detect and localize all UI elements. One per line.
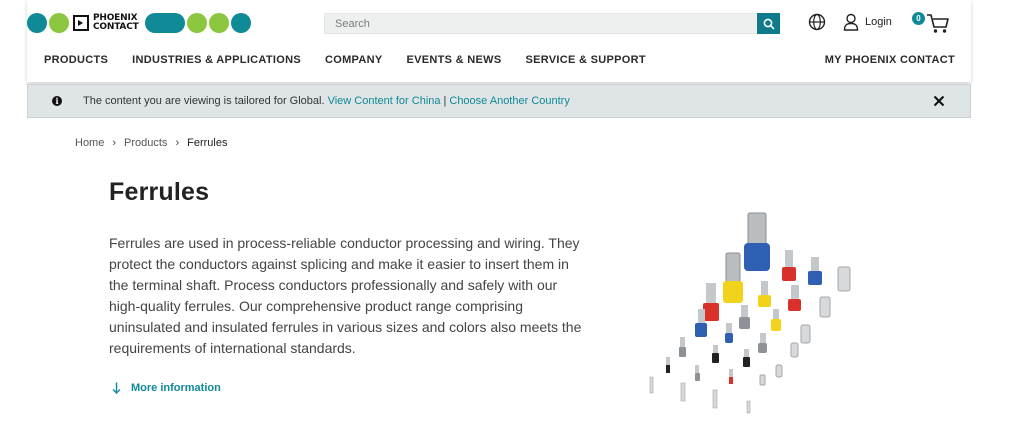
page-description: Ferrules are used in process-reliable co… [109,235,582,356]
phoenix-contact-logo[interactable]: PHOENIX CONTACT [27,13,251,33]
chevron-right-icon: › [175,137,180,149]
logo-text: PHOENIX CONTACT [93,14,139,32]
view-china-link[interactable]: View Content for China [328,95,441,107]
breadcrumb-current: Ferrules [187,137,228,149]
logo-dot [186,13,207,33]
cart-count-badge: 0 [912,12,925,25]
login-label: Login [865,16,892,28]
more-information-label: More information [131,382,221,394]
search-icon [763,18,775,30]
logo-dot [27,13,47,33]
nav-industries[interactable]: INDUSTRIES & APPLICATIONS [132,54,301,66]
header: PHOENIX CONTACT Login PRO [27,0,971,82]
cart-icon[interactable] [926,12,956,34]
logo-dot [230,13,251,33]
breadcrumb: Home › Products › Ferrules [75,137,227,149]
logo-dot [208,13,229,33]
choose-country-link[interactable]: Choose Another Country [449,95,569,107]
notice-separator: | [443,95,447,107]
globe-icon[interactable] [808,13,826,31]
breadcrumb-home[interactable]: Home [75,137,104,149]
logo-dot [49,13,69,33]
more-information-link[interactable]: More information [112,382,221,394]
breadcrumb-products[interactable]: Products [124,137,167,149]
nav-company[interactable]: COMPANY [325,54,383,66]
search-button[interactable] [757,13,780,34]
info-icon: i [52,96,62,106]
close-icon[interactable] [932,94,946,108]
nav-my-phoenix-contact[interactable]: MY PHOENIX CONTACT [825,54,955,66]
nav-service[interactable]: SERVICE & SUPPORT [525,54,645,66]
page-title: Ferrules [109,178,210,206]
user-icon [843,13,859,31]
login-link[interactable]: Login [843,13,892,31]
arrow-down-icon [112,382,121,394]
search-input[interactable] [325,17,757,30]
logo-mark [73,15,89,31]
notice-text: The content you are viewing is tailored … [83,95,325,107]
ferrule-row [649,212,851,414]
nav-events[interactable]: EVENTS & NEWS [406,54,501,66]
logo-text-line2: CONTACT [93,22,139,32]
nav-products[interactable]: PRODUCTS [44,54,108,66]
chevron-right-icon: › [112,137,117,149]
search-bar [324,13,780,34]
main-nav: PRODUCTS INDUSTRIES & APPLICATIONS COMPA… [44,54,670,66]
ferrules-product-image [649,212,851,414]
logo-pill [144,13,185,33]
region-notice: i The content you are viewing is tailore… [27,84,971,118]
